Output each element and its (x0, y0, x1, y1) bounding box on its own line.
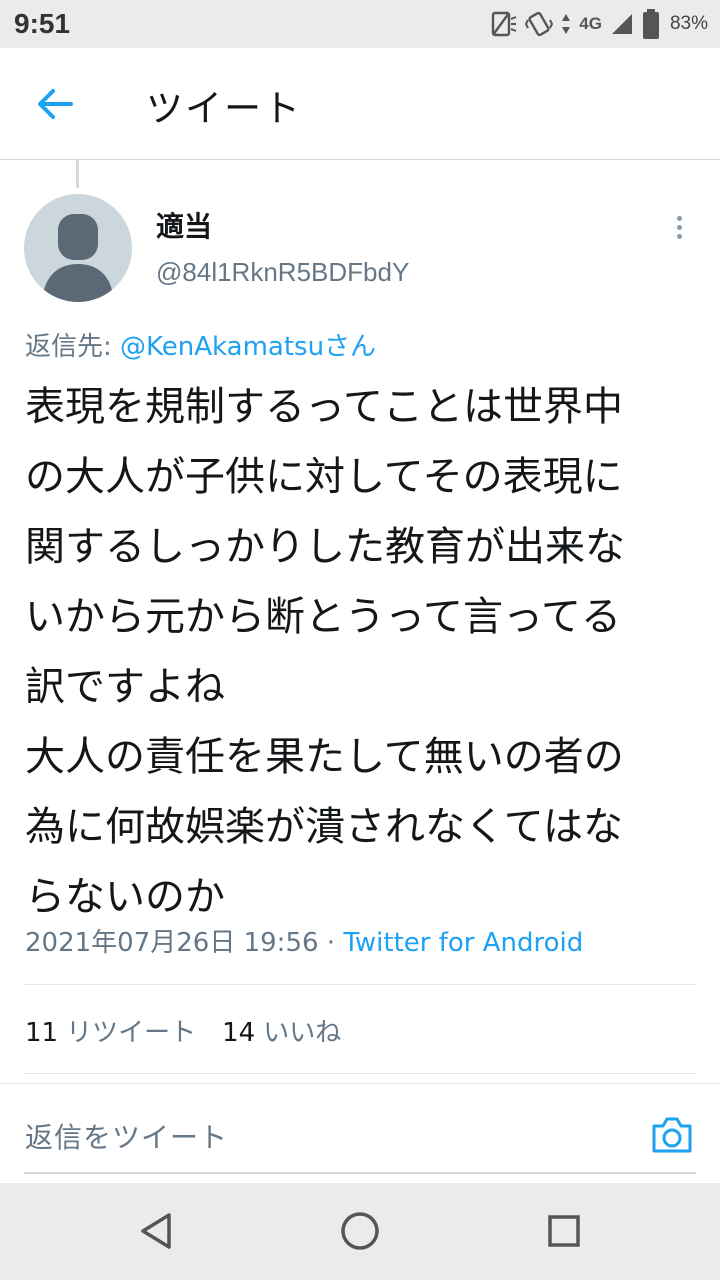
like-label: いいね (263, 1018, 342, 1048)
status-bar: 9:51 4G 83% (0, 0, 720, 48)
reply-mention-link[interactable]: @KenAkamatsuさん (120, 332, 376, 362)
network-type: 4G (579, 14, 602, 33)
system-nav-bar (0, 1183, 720, 1280)
user-handle[interactable]: @84l1RknR5BDFbdY (156, 257, 409, 288)
page-title: ツイート (146, 87, 302, 130)
avatar[interactable] (24, 194, 132, 302)
thread-connector (76, 160, 79, 188)
app-header: ツイート (0, 48, 720, 160)
tweet-source-link[interactable]: Twitter for Android (343, 928, 583, 958)
reply-prefix: 返信先: (25, 332, 121, 362)
dot-icon (676, 224, 682, 230)
retweet-label: リツイート (66, 1018, 197, 1048)
dot-icon (676, 215, 682, 221)
data-arrows-icon (562, 14, 571, 34)
battery-percent: 83% (669, 13, 708, 34)
screen-rotation-icon (492, 11, 517, 37)
retweet-stat[interactable]: 11 リツイート (25, 1012, 196, 1049)
reply-context: 返信先: @KenAkamatsuさん (25, 326, 376, 363)
meta-separator: · (318, 928, 344, 958)
like-count: 14 (222, 1018, 256, 1048)
reply-bar: 返信をツイート (0, 1083, 720, 1184)
status-time: 9:51 (14, 8, 71, 39)
reply-input[interactable]: 返信をツイート (25, 1116, 228, 1156)
back-button[interactable] (30, 82, 80, 126)
tweet-stats: 11 リツイート 14 いいね (25, 1012, 341, 1049)
divider (24, 984, 696, 985)
triangle-back-icon (141, 1213, 171, 1249)
arrow-left-icon (38, 89, 73, 119)
status-icons: 4G 83% (489, 6, 708, 42)
default-avatar-icon (42, 214, 114, 302)
nav-recents-button[interactable] (542, 1209, 586, 1253)
divider (24, 1073, 696, 1074)
battery-icon (642, 9, 659, 39)
camera-icon (652, 1117, 692, 1153)
nav-back-button[interactable] (134, 1209, 178, 1253)
tweet-text: 表現を規制するってことは世界中 の大人が子供に対してその表現に 関するしっかりし… (25, 384, 625, 920)
square-recents-icon (548, 1215, 580, 1247)
more-options-button[interactable] (664, 210, 694, 244)
tweet-timestamp[interactable]: 2021年07月26日 19:56 (25, 928, 319, 958)
retweet-count: 11 (25, 1018, 59, 1048)
circle-home-icon (341, 1212, 379, 1250)
reply-input-underline (24, 1172, 696, 1174)
camera-button[interactable] (650, 1114, 694, 1156)
signal-icon (611, 14, 632, 34)
vibrate-icon (525, 11, 554, 37)
tweet-meta: 2021年07月26日 19:56 · Twitter for Android (25, 922, 583, 959)
dot-icon (676, 233, 682, 239)
like-stat[interactable]: 14 いいね (222, 1012, 341, 1049)
nav-home-button[interactable] (338, 1209, 382, 1253)
display-name[interactable]: 適当 (156, 205, 212, 245)
